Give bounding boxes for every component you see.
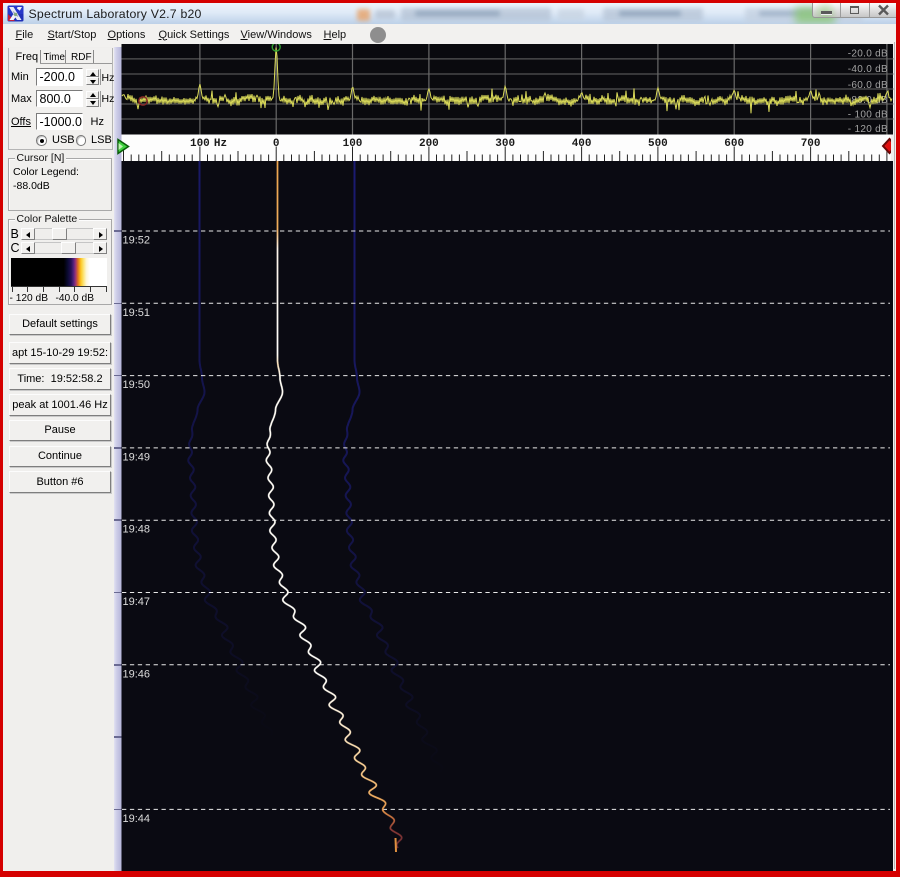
svg-text:- 100 dB: - 100 dB: [848, 110, 888, 121]
svg-text:700: 700: [801, 138, 821, 150]
svg-text:600: 600: [724, 138, 744, 150]
svg-text:19:50: 19:50: [123, 379, 151, 391]
svg-text:0: 0: [273, 138, 280, 150]
svg-text:19:49: 19:49: [123, 451, 151, 463]
svg-text:19:51: 19:51: [123, 307, 151, 319]
svg-text:100: 100: [343, 138, 363, 150]
svg-text:Hz: Hz: [214, 138, 227, 150]
svg-text:19:52: 19:52: [123, 235, 151, 247]
svg-text:19:47: 19:47: [123, 596, 151, 608]
svg-text:19:44: 19:44: [123, 813, 151, 825]
svg-text:400: 400: [572, 138, 592, 150]
svg-text:19:46: 19:46: [123, 668, 151, 680]
svg-text:-40.0 dB: -40.0 dB: [848, 64, 888, 75]
svg-text:100: 100: [190, 138, 210, 150]
svg-text:200: 200: [419, 138, 439, 150]
svg-text:19:48: 19:48: [123, 524, 151, 536]
svg-text:-60.0 dB: -60.0 dB: [848, 80, 888, 91]
svg-text:-20.0 dB: -20.0 dB: [848, 49, 888, 60]
svg-text:500: 500: [648, 138, 668, 150]
svg-text:300: 300: [495, 138, 515, 150]
